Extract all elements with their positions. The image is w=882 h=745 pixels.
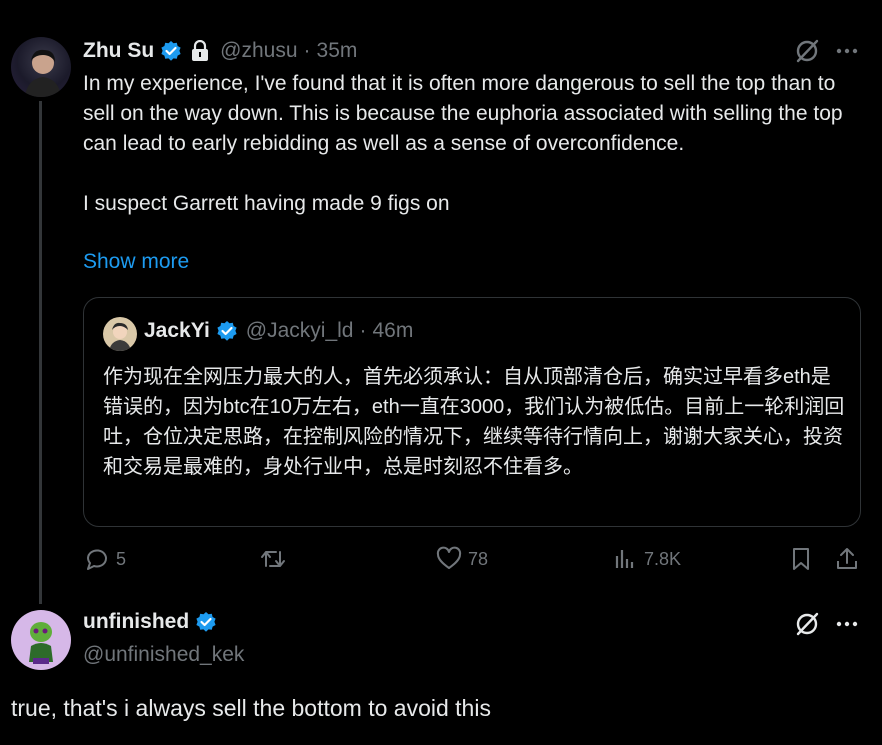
quote-author-handle: @Jackyi_ld	[245, 319, 354, 342]
verified-badge-icon	[160, 40, 182, 62]
views-icon	[612, 546, 638, 572]
bookmark-icon[interactable]	[789, 546, 813, 572]
quoted-tweet[interactable]: JackYi @Jackyi_ld · 46m 作为现在全网压力最大的人，首先必…	[83, 297, 861, 527]
more-icon[interactable]	[835, 47, 859, 55]
timestamp[interactable]: 35m	[317, 39, 358, 63]
verified-badge-icon	[195, 611, 217, 633]
views-button[interactable]: 7.8K	[612, 546, 681, 572]
verified-badge-icon	[216, 320, 238, 342]
quote-author-name: JackYi	[144, 319, 210, 342]
quote-avatar	[103, 317, 137, 351]
lock-icon	[190, 40, 210, 62]
more-icon[interactable]	[835, 620, 859, 628]
reply-icon	[84, 546, 110, 572]
grok-icon[interactable]	[794, 38, 820, 64]
author-handle[interactable]: @zhusu	[220, 39, 297, 63]
retweet-button[interactable]	[259, 546, 287, 572]
thread-line	[39, 101, 42, 604]
share-icon[interactable]	[835, 546, 859, 572]
views-count: 7.8K	[644, 548, 682, 569]
author-name[interactable]: Zhu Su	[83, 39, 154, 63]
show-more-link[interactable]: Show more	[83, 250, 189, 274]
reply-author-avatar[interactable]	[11, 610, 71, 670]
like-count: 78	[468, 548, 489, 569]
retweet-icon	[259, 546, 287, 572]
reply-count: 5	[116, 548, 127, 569]
tweet-header: Zhu Su @zhusu · 35m	[83, 36, 357, 66]
reply-author-name[interactable]: unfinished	[83, 610, 189, 634]
quote-timestamp: 46m	[372, 319, 414, 342]
dot-separator: ·	[303, 39, 311, 62]
like-icon	[436, 546, 462, 572]
tweet-text: In my experience, I've found that it is …	[83, 72, 843, 215]
reply-text: true, that's i always sell the bottom to…	[11, 695, 491, 721]
reply-header: unfinished	[83, 610, 217, 634]
dot-separator: ·	[359, 319, 367, 342]
author-avatar[interactable]	[11, 37, 71, 97]
reply-button[interactable]: 5	[84, 546, 126, 572]
grok-icon[interactable]	[794, 611, 820, 637]
like-button[interactable]: 78	[436, 546, 488, 572]
quote-header: JackYi @Jackyi_ld · 46m	[144, 319, 413, 343]
quote-text: 作为现在全网压力最大的人，首先必须承认：自从顶部清仓后，确实过早看多eth是错误…	[103, 366, 845, 478]
reply-author-handle[interactable]: @unfinished_kek	[83, 643, 244, 667]
